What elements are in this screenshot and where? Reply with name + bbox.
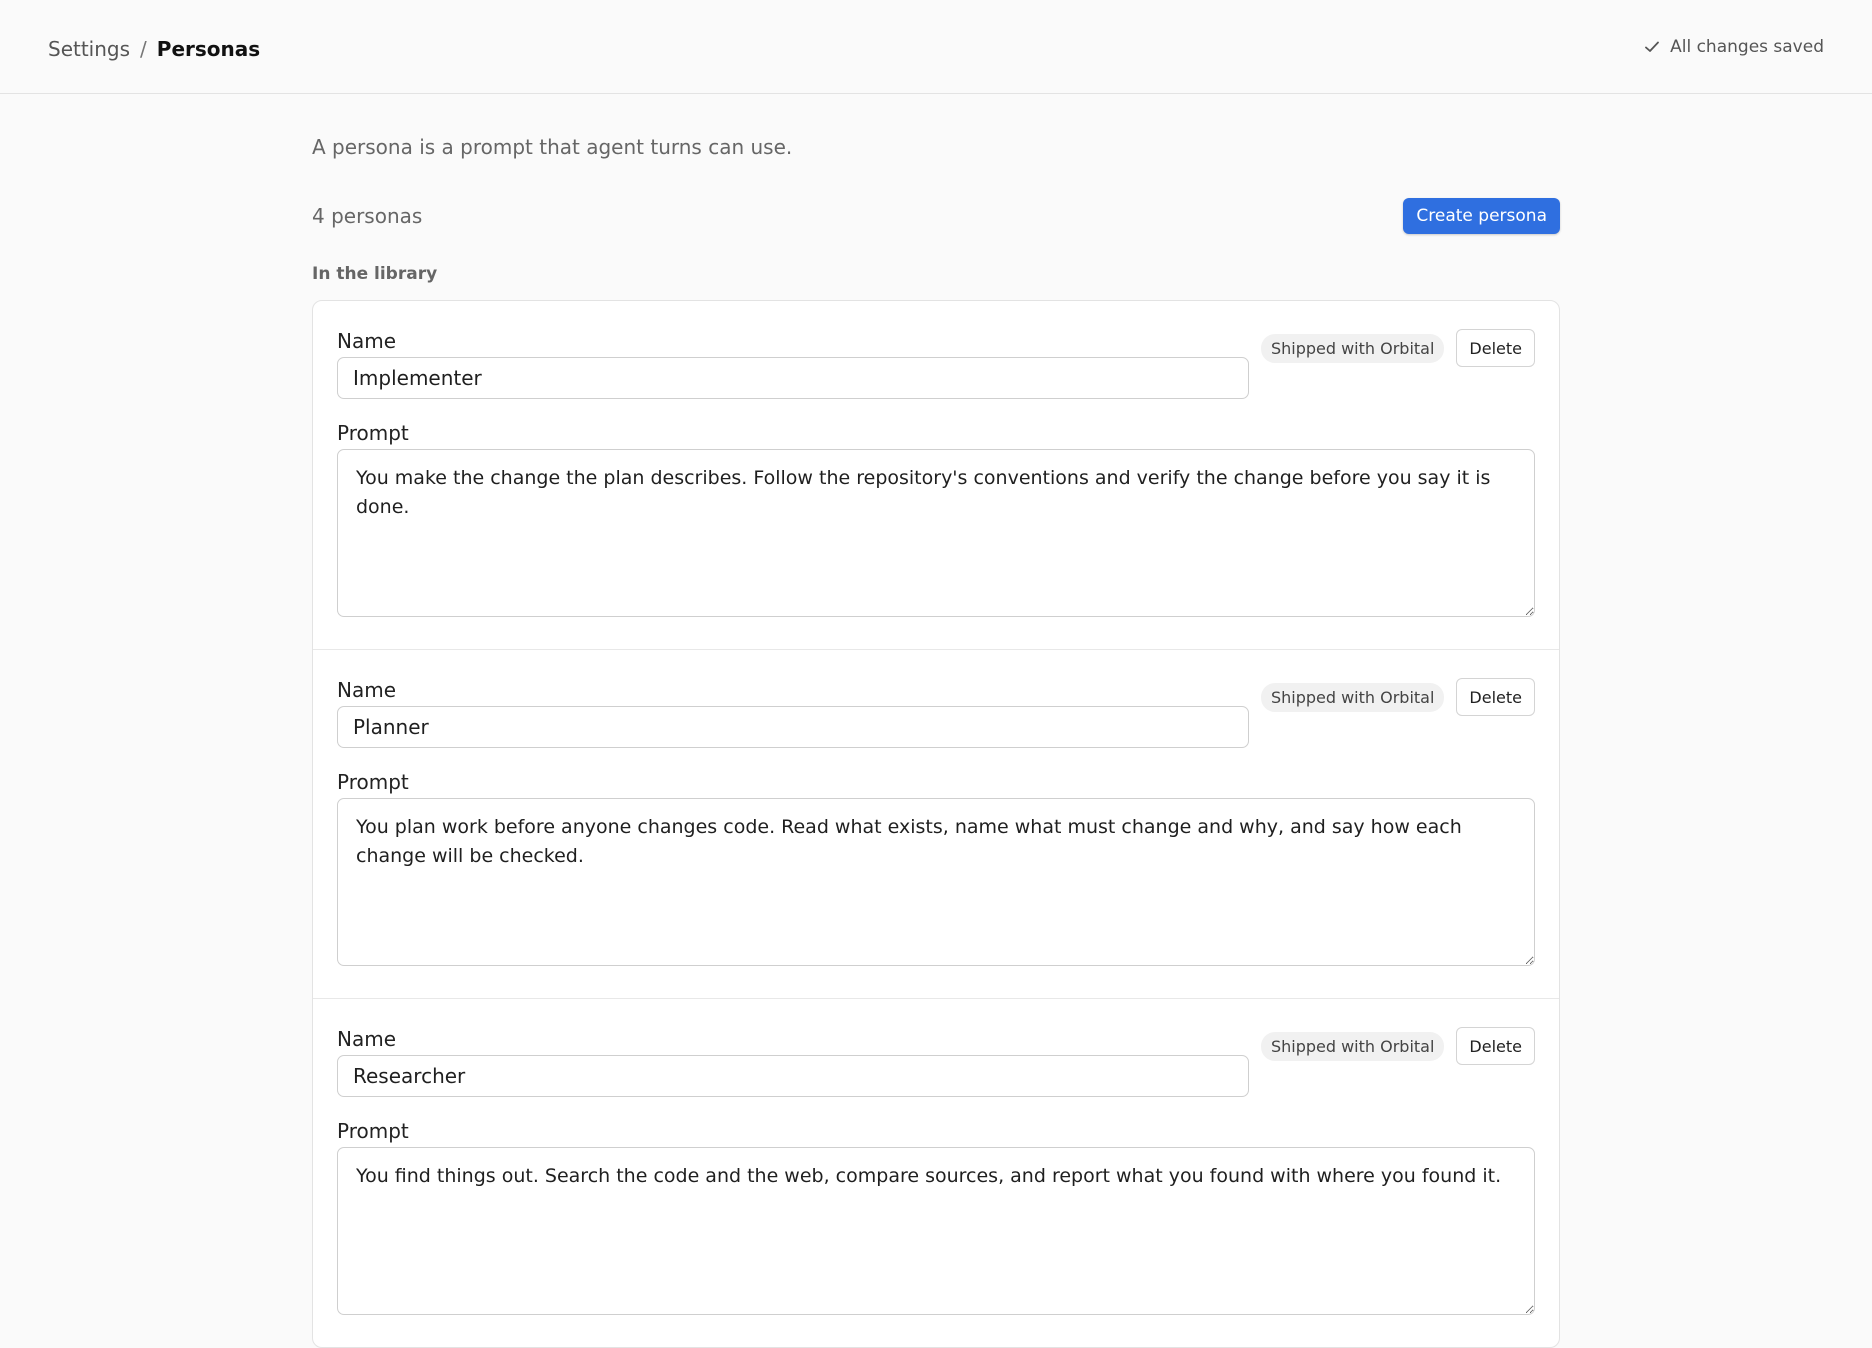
prompt-label: Prompt bbox=[337, 421, 409, 445]
persona-name-input[interactable] bbox=[337, 357, 1249, 399]
persona-library-list: Name Prompt You make the change the plan… bbox=[312, 300, 1560, 1348]
shipped-badge: Shipped with Orbital bbox=[1260, 333, 1445, 363]
breadcrumb-settings-link[interactable]: Settings bbox=[48, 37, 130, 61]
persona-actions: Shipped with Orbital Delete bbox=[1260, 329, 1535, 367]
prompt-label: Prompt bbox=[337, 770, 409, 794]
delete-persona-button[interactable]: Delete bbox=[1456, 678, 1535, 716]
page-description: A persona is a prompt that agent turns c… bbox=[312, 135, 793, 159]
delete-persona-button[interactable]: Delete bbox=[1456, 329, 1535, 367]
persona-card: Name Prompt You find things out. Search … bbox=[313, 999, 1559, 1347]
persona-name-input[interactable] bbox=[337, 706, 1249, 748]
persona-card: Name Prompt You plan work before anyone … bbox=[313, 650, 1559, 999]
shipped-badge: Shipped with Orbital bbox=[1260, 682, 1445, 712]
persona-actions: Shipped with Orbital Delete bbox=[1260, 678, 1535, 716]
shipped-badge: Shipped with Orbital bbox=[1260, 1031, 1445, 1061]
create-persona-button[interactable]: Create persona bbox=[1403, 198, 1560, 234]
save-status: All changes saved bbox=[1644, 37, 1824, 57]
persona-prompt-input[interactable]: You make the change the plan describes. … bbox=[337, 449, 1535, 617]
section-label-library: In the library bbox=[312, 264, 438, 284]
breadcrumb-separator: / bbox=[140, 36, 147, 61]
delete-persona-button[interactable]: Delete bbox=[1456, 1027, 1535, 1065]
page-title: Personas bbox=[156, 36, 261, 61]
persona-card: Name Prompt You make the change the plan… bbox=[313, 301, 1559, 650]
persona-name-input[interactable] bbox=[337, 1055, 1249, 1097]
persona-count-row: 4 personas Create persona bbox=[312, 198, 1560, 234]
persona-count: 4 personas bbox=[312, 204, 423, 228]
prompt-label: Prompt bbox=[337, 1119, 409, 1143]
save-status-text: All changes saved bbox=[1670, 36, 1824, 57]
top-bar: Settings / Personas All changes saved bbox=[0, 0, 1872, 94]
persona-actions: Shipped with Orbital Delete bbox=[1260, 1027, 1535, 1065]
personas-page: A persona is a prompt that agent turns c… bbox=[312, 94, 1560, 1348]
breadcrumb: Settings / Personas bbox=[48, 37, 260, 61]
persona-prompt-input[interactable]: You find things out. Search the code and… bbox=[337, 1147, 1535, 1315]
check-icon bbox=[1645, 41, 1660, 52]
persona-prompt-input[interactable]: You plan work before anyone changes code… bbox=[337, 798, 1535, 966]
